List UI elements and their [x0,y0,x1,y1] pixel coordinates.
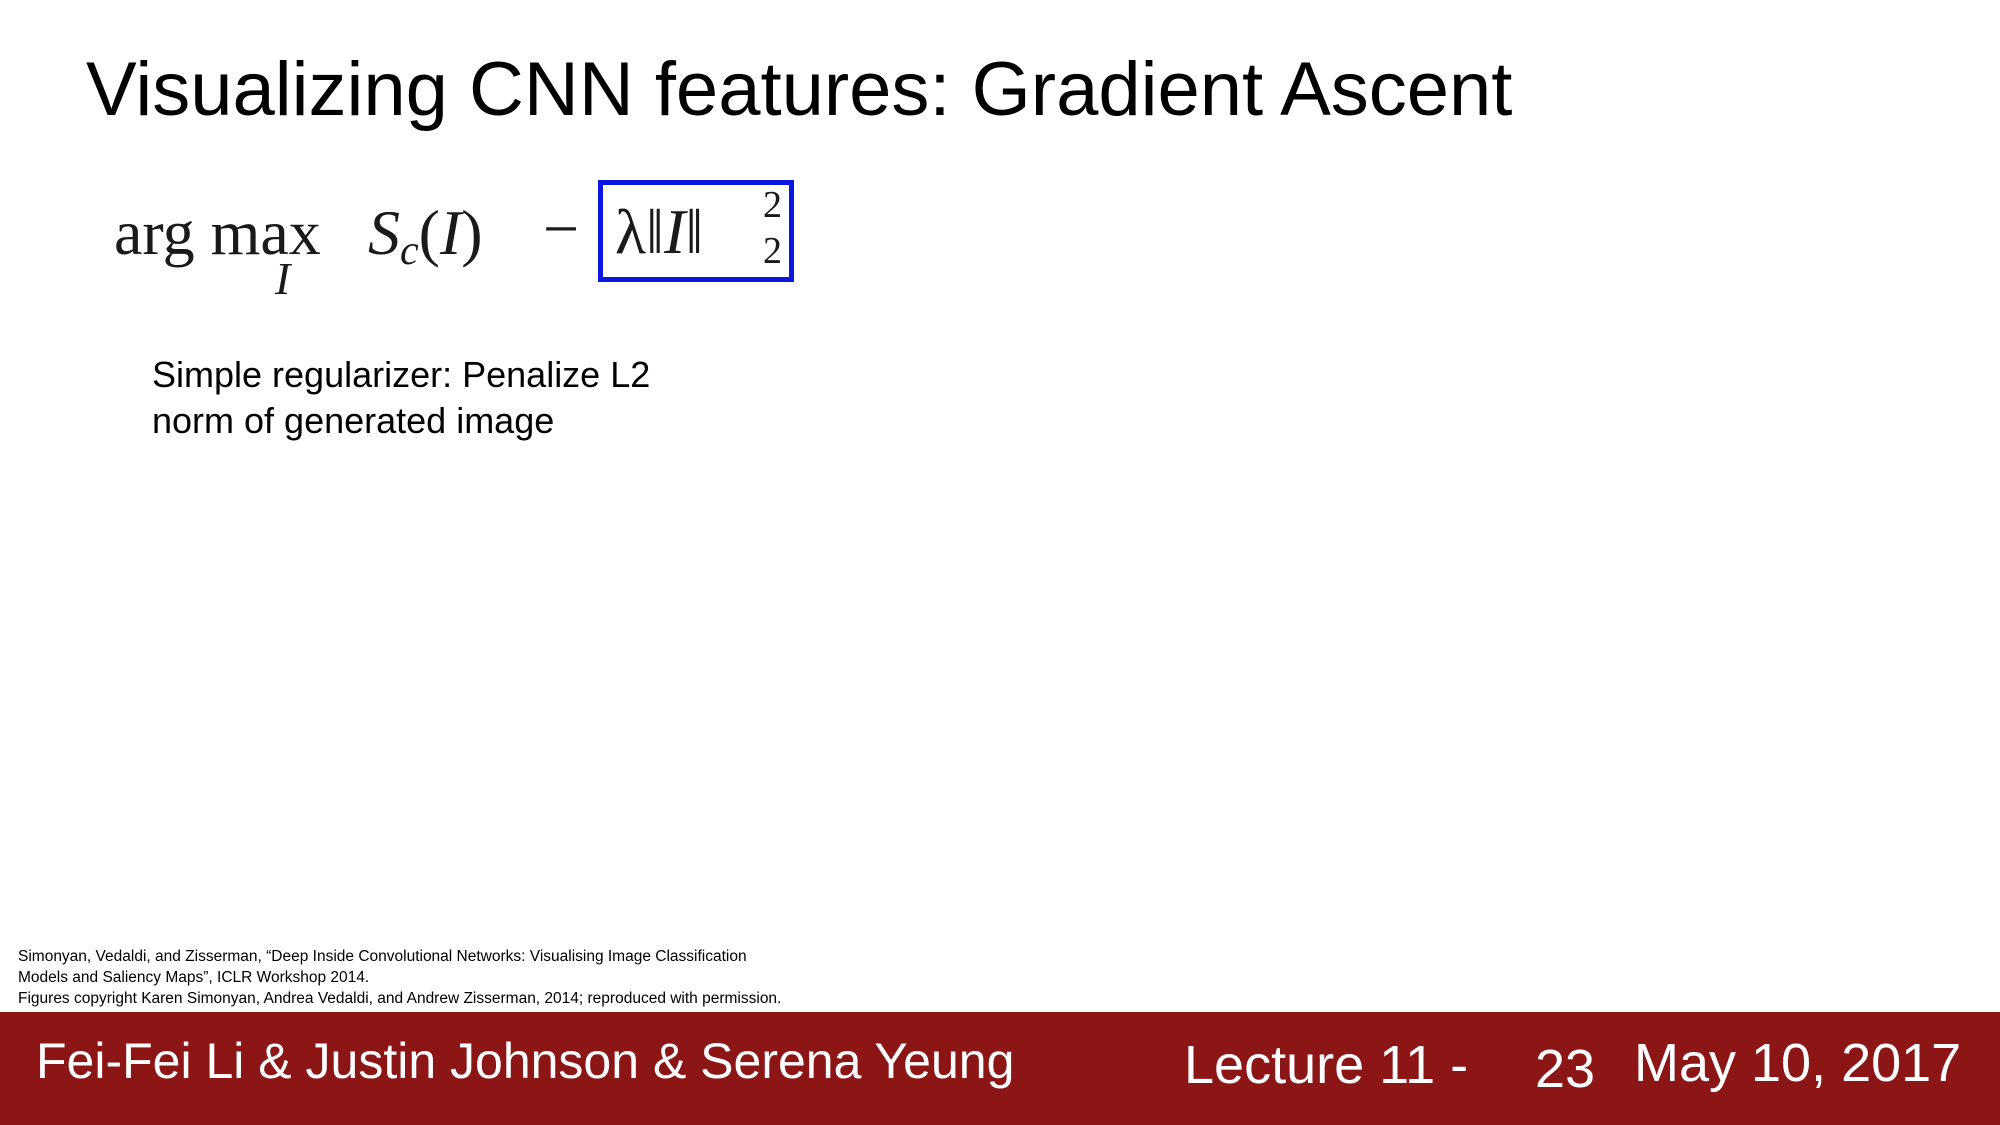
regularizer-variable: I [664,196,686,267]
formula-score-subscript: c [400,228,419,274]
regularizer-lambda: λ [615,196,647,267]
note-line: Simple regularizer: Penalize L2 [152,354,651,395]
regularizer-subscript: 2 [763,230,782,272]
formula-argmax-subscript: I [275,253,291,304]
note-line: norm of generated image [152,400,555,441]
regularizer-superscript: 2 [763,184,782,226]
footer-page-number: 23 [1535,1039,1596,1099]
regularizer-term: λ‖I‖ [615,195,703,269]
formula-open-paren: ( [418,197,440,268]
regularizer-norm-close: ‖ [685,196,704,267]
footer-bar: Fei-Fei Li & Justin Johnson & Serena Yeu… [0,1012,2000,1125]
footer-lecture: Lecture 11 - [1184,1035,1469,1095]
formula-score: Sc(I) [368,196,483,275]
citation-line: Figures copyright Karen Simonyan, Andrea… [18,990,782,1007]
formula-close-paren: ) [461,197,483,268]
footer-authors: Fei-Fei Li & Justin Johnson & Serena Yeu… [36,1033,1015,1089]
objective-formula: arg max I Sc(I) − λ‖I‖ 2 2 [110,180,810,310]
footer-date: May 10, 2017 [1634,1033,1962,1093]
regularizer-norm-open: ‖ [646,196,664,267]
formula-score-argument: I [439,197,462,268]
citation-line: Models and Saliency Maps”, ICLR Workshop… [18,969,370,986]
citation-line: Simonyan, Vedaldi, and Zisserman, “Deep … [18,948,747,965]
regularizer-note: Simple regularizer: Penalize L2 norm of … [152,352,650,444]
formula-score-symbol: S [368,197,400,268]
regularizer-highlight-box: λ‖I‖ 2 2 [598,180,794,282]
formula-minus: − [543,193,580,264]
citation: Simonyan, Vedaldi, and Zisserman, “Deep … [18,946,781,1009]
slide-title: Visualizing CNN features: Gradient Ascen… [86,47,1513,132]
